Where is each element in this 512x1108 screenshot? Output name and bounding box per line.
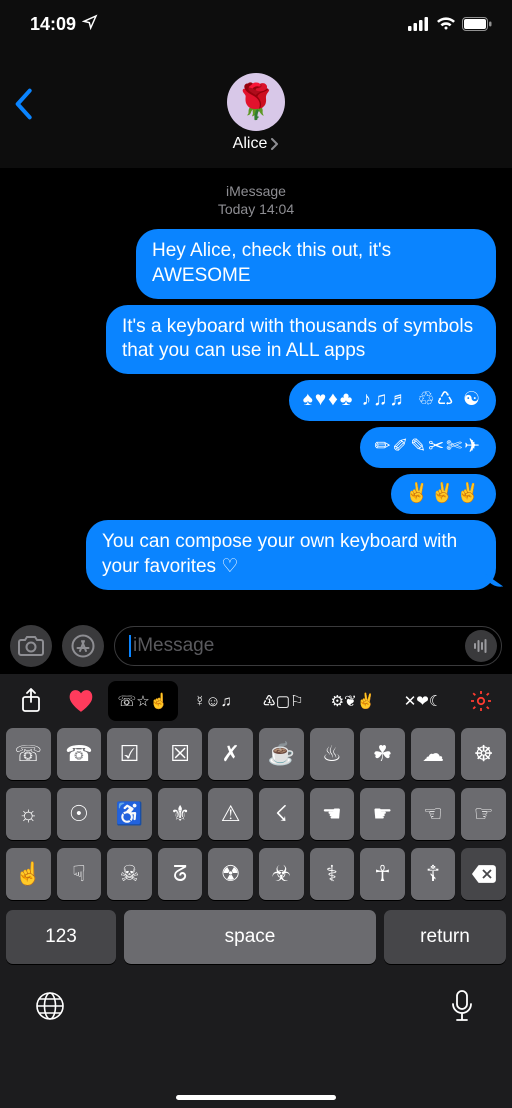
category-tab[interactable]: ♳▢⚐: [248, 681, 318, 721]
symbol-keyboard: ☏☆☝ ☿☺♫ ♳▢⚐ ⚙❦✌ ✕❤☾ ☏ ☎ ☑ ☒ ✗ ☕ ♨ ☘ ☁ ☸: [0, 674, 512, 1108]
category-tab[interactable]: ✕❤☾: [388, 681, 458, 721]
text-caret: [129, 635, 131, 657]
symbol-key[interactable]: ☁: [411, 728, 456, 780]
symbol-key[interactable]: ☠: [107, 848, 152, 900]
symbol-key[interactable]: ☞: [461, 788, 506, 840]
category-tab[interactable]: ☏☆☝: [108, 681, 178, 721]
status-bar: 14:09: [0, 0, 512, 48]
symbol-key[interactable]: ☝: [6, 848, 51, 900]
symbol-key[interactable]: ☏: [6, 728, 51, 780]
symbol-key[interactable]: ☦: [411, 848, 456, 900]
battery-icon: [462, 17, 492, 31]
symbol-key[interactable]: ☒: [158, 728, 203, 780]
compose-bar: iMessage: [0, 618, 512, 674]
backspace-key[interactable]: [461, 848, 506, 900]
return-key[interactable]: return: [384, 910, 506, 964]
conversation-meta: iMessage Today 14:04: [10, 182, 502, 218]
dictation-button[interactable]: [442, 986, 482, 1026]
space-key[interactable]: space: [124, 910, 376, 964]
back-button[interactable]: [12, 88, 34, 125]
message-bubble[interactable]: You can compose your own keyboard with y…: [86, 520, 496, 589]
keyboard-bottom-row: 123 space return: [0, 900, 512, 972]
keyboard-footer: [0, 972, 512, 1056]
input-placeholder: iMessage: [133, 635, 214, 657]
category-tab[interactable]: ☿☺♫: [178, 681, 248, 721]
symbol-key[interactable]: ♨: [310, 728, 355, 780]
symbol-key[interactable]: ☘: [360, 728, 405, 780]
share-button[interactable]: [8, 681, 54, 721]
contact-avatar[interactable]: 🌹: [227, 73, 285, 131]
wifi-icon: [436, 17, 456, 31]
symbol-key[interactable]: ☟: [57, 848, 102, 900]
home-indicator[interactable]: [176, 1095, 336, 1100]
timestamp-label: Today 14:04: [10, 200, 502, 218]
app-store-button[interactable]: [62, 625, 104, 667]
symbol-key[interactable]: ☛: [360, 788, 405, 840]
keyboard-row: ☼ ☉ ♿ ⚜ ⚠ ☇ ☚ ☛ ☜ ☞: [6, 788, 506, 840]
symbol-key[interactable]: ♿: [107, 788, 152, 840]
symbol-key[interactable]: ☇: [259, 788, 304, 840]
cellular-icon: [408, 17, 430, 31]
globe-button[interactable]: [30, 986, 70, 1026]
symbol-key[interactable]: ☕: [259, 728, 304, 780]
symbol-key[interactable]: ᘔ: [158, 848, 203, 900]
message-bubble[interactable]: ✌✌✌: [391, 474, 496, 515]
camera-button[interactable]: [10, 625, 52, 667]
symbol-key[interactable]: ☑: [107, 728, 152, 780]
favorites-tab[interactable]: [54, 681, 108, 721]
keyboard-row: ☏ ☎ ☑ ☒ ✗ ☕ ♨ ☘ ☁ ☸: [6, 728, 506, 780]
message-input[interactable]: iMessage: [114, 626, 502, 666]
symbol-key[interactable]: ☎: [57, 728, 102, 780]
keyboard-settings-button[interactable]: [458, 681, 504, 721]
symbol-key[interactable]: ☥: [360, 848, 405, 900]
contact-name-button[interactable]: Alice: [233, 135, 280, 153]
message-bubble[interactable]: ♠♥♦♣ ♪♫♬ ♲♺ ☯: [289, 380, 496, 421]
message-bubble[interactable]: It's a keyboard with thousands of symbol…: [106, 305, 496, 374]
symbol-key[interactable]: ✗: [208, 728, 253, 780]
audio-record-button[interactable]: [465, 630, 497, 662]
symbol-key[interactable]: ☉: [57, 788, 102, 840]
symbol-key[interactable]: ☸: [461, 728, 506, 780]
conversation-area[interactable]: iMessage Today 14:04 Hey Alice, check th…: [0, 168, 512, 618]
symbol-key[interactable]: ☜: [411, 788, 456, 840]
status-time: 14:09: [30, 14, 76, 35]
keyboard-category-row: ☏☆☝ ☿☺♫ ♳▢⚐ ⚙❦✌ ✕❤☾: [0, 674, 512, 728]
symbol-key[interactable]: ☚: [310, 788, 355, 840]
symbol-key[interactable]: ⚜: [158, 788, 203, 840]
category-tab[interactable]: ⚙❦✌: [318, 681, 388, 721]
message-bubble[interactable]: Hey Alice, check this out, it's AWESOME: [136, 229, 496, 298]
symbol-key[interactable]: ☣: [259, 848, 304, 900]
chevron-right-icon: [269, 138, 279, 150]
nav-header: 🌹 Alice: [0, 48, 512, 168]
service-label: iMessage: [10, 182, 502, 200]
symbol-key[interactable]: ⚠: [208, 788, 253, 840]
message-bubble[interactable]: ✏✐✎✂✄✈: [360, 427, 496, 468]
symbol-key[interactable]: ☢: [208, 848, 253, 900]
contact-name: Alice: [233, 135, 268, 153]
keyboard-row: ☝ ☟ ☠ ᘔ ☢ ☣ ⚕ ☥ ☦: [6, 848, 506, 900]
symbol-key[interactable]: ⚕: [310, 848, 355, 900]
location-arrow-icon: [82, 14, 98, 35]
symbol-key[interactable]: ☼: [6, 788, 51, 840]
numbers-key[interactable]: 123: [6, 910, 116, 964]
